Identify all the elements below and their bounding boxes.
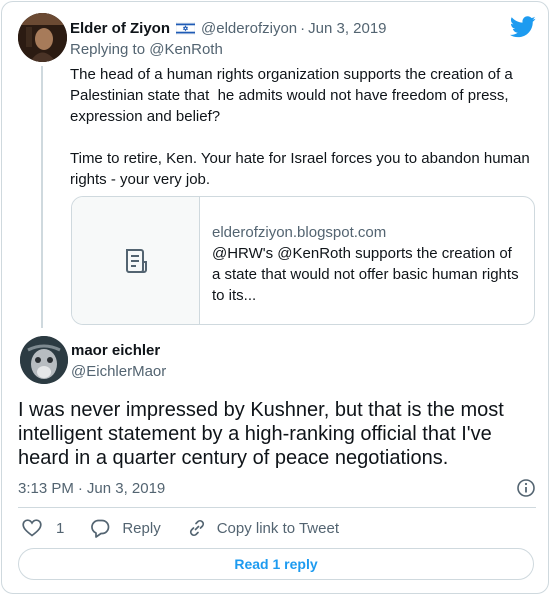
tweet-timestamp-row: 3:13 PM · Jun 3, 2019 <box>18 478 536 498</box>
tweet-date[interactable]: Jun 3, 2019 <box>87 480 165 497</box>
link-icon <box>189 519 204 537</box>
link-preview-description: @HRW's @KenRoth supports the creation of… <box>212 245 519 304</box>
divider <box>18 507 536 508</box>
main-author-name[interactable]: maor eichler <box>71 342 160 359</box>
link-preview-card[interactable]: elderofziyon.blogspot.com @HRW's @KenRot… <box>71 196 535 325</box>
link-preview-thumbnail <box>72 197 200 324</box>
parent-tweet-date[interactable]: Jun 3, 2019 <box>308 20 386 37</box>
copy-link-label: Copy link to Tweet <box>216 519 339 537</box>
main-author-handle[interactable]: @EichlerMaor <box>71 363 166 380</box>
parent-tweet-text: The head of a human rights organization … <box>70 66 530 188</box>
replying-to-line: Replying to @KenRoth <box>70 41 223 58</box>
thread-connector-line <box>41 66 43 328</box>
reply-bubble-icon <box>91 519 110 538</box>
replying-to-prefix: Replying to <box>70 41 150 58</box>
twitter-bird-icon[interactable] <box>510 16 536 38</box>
tweet-embed-card: Elder of Ziyon @elderofziyon · Jun 3, 20… <box>1 1 549 594</box>
parent-author-handle[interactable]: @elderofziyon <box>201 20 297 37</box>
separator-dot: · <box>300 19 306 37</box>
copy-link-button[interactable]: Copy link to Tweet <box>187 518 339 538</box>
info-icon[interactable] <box>516 478 536 498</box>
reply-label: Reply <box>122 519 161 537</box>
israel-flag-icon <box>176 21 196 35</box>
read-reply-label: Read 1 reply <box>234 556 318 572</box>
parent-tweet-header: Elder of Ziyon @elderofziyon · Jun 3, 20… <box>70 18 387 38</box>
main-avatar-image <box>20 336 68 384</box>
parent-author-name[interactable]: Elder of Ziyon <box>70 20 170 37</box>
reply-button[interactable]: Reply <box>90 518 161 538</box>
replying-to-mention[interactable]: @KenRoth <box>149 41 223 58</box>
read-reply-button[interactable]: Read 1 reply <box>18 548 534 580</box>
link-preview-domain: elderofziyon.blogspot.com <box>212 224 387 241</box>
link-preview-body: elderofziyon.blogspot.com @HRW's @KenRot… <box>200 197 534 324</box>
tweet-time[interactable]: 3:13 PM <box>18 480 74 497</box>
parent-avatar[interactable] <box>18 13 67 62</box>
tweet-actions: 1 Reply Copy link to Tweet <box>22 517 365 539</box>
main-avatar[interactable] <box>20 336 68 384</box>
document-icon <box>125 248 147 273</box>
parent-avatar-image <box>18 13 67 62</box>
separator-dot: · <box>77 479 83 497</box>
main-tweet-text: I was never impressed by Kushner, but th… <box>18 399 504 469</box>
like-count: 1 <box>56 519 65 537</box>
heart-icon <box>22 519 42 537</box>
like-button[interactable]: 1 <box>22 519 64 537</box>
